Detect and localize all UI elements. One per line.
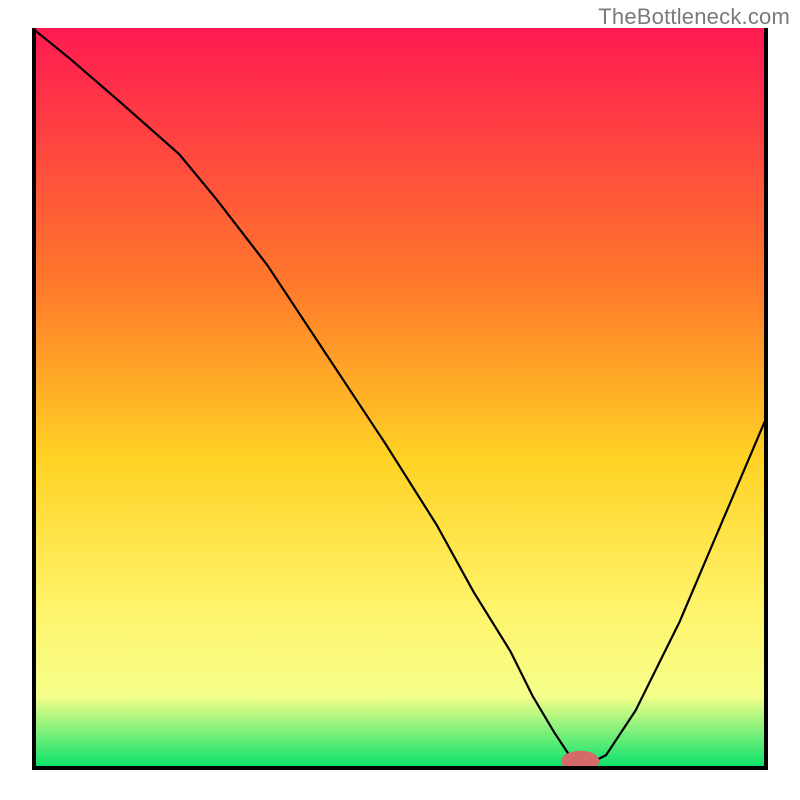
plot-area <box>32 28 768 770</box>
watermark-label: TheBottleneck.com <box>598 4 790 30</box>
gradient-background <box>32 28 768 770</box>
plot-svg <box>32 28 768 770</box>
chart-stage: TheBottleneck.com <box>0 0 800 800</box>
